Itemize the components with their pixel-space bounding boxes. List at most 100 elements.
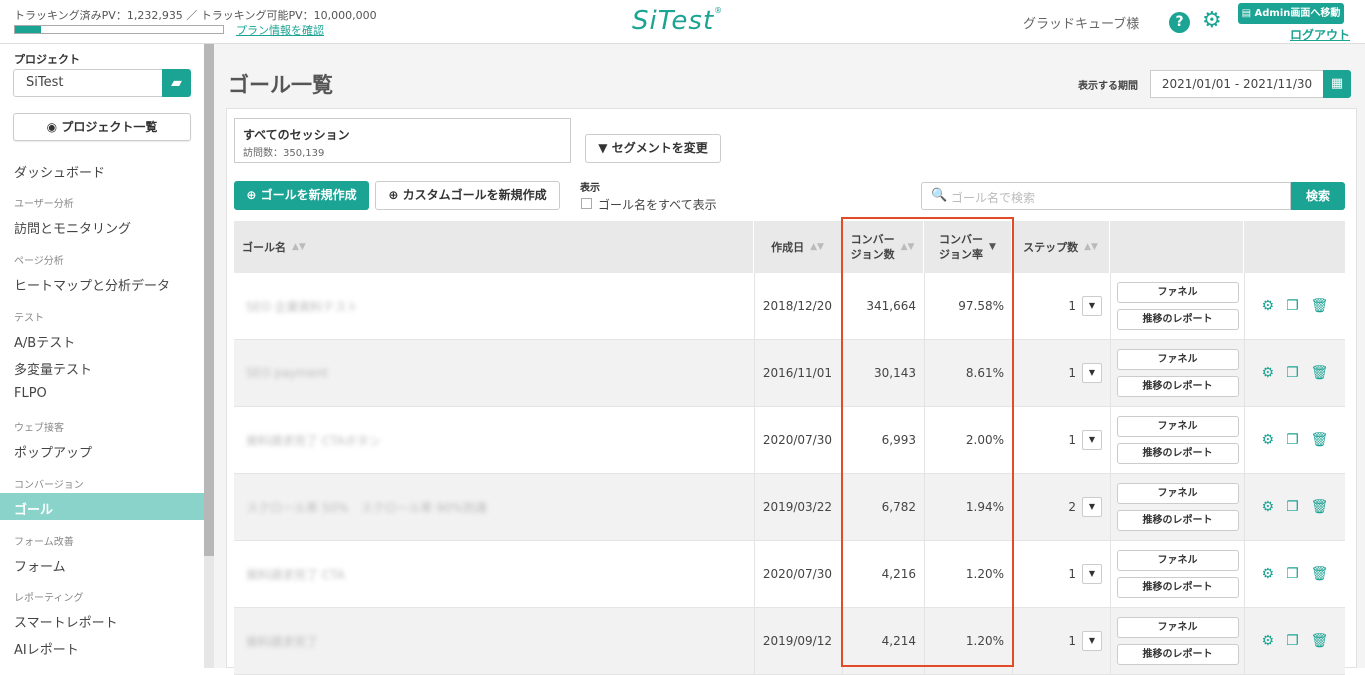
header-conversions[interactable]: コンバー ジョン数 ▲▼ <box>842 221 924 273</box>
step-count-cell: 1 ▼ <box>1012 273 1110 339</box>
page-title: ゴール一覧 <box>228 73 333 97</box>
funnel-button[interactable]: ファネル <box>1116 282 1239 303</box>
conversion-count: 4,214 <box>842 608 924 674</box>
copy-icon[interactable]: ❐ <box>1286 499 1299 515</box>
trash-icon[interactable]: 🗑 <box>1311 365 1329 381</box>
header-steps[interactable]: ステップ数 ▲▼ <box>1012 221 1110 273</box>
sitest-logo[interactable]: SiTest® <box>632 6 723 36</box>
copy-icon[interactable]: ❐ <box>1286 365 1299 381</box>
gear-icon[interactable]: ⚙ <box>1262 432 1275 448</box>
plus-circle-icon: ⊕ <box>388 188 403 202</box>
gear-icon[interactable]: ⚙ <box>1262 298 1275 314</box>
step-dropdown-chevron-icon[interactable]: ▼ <box>1082 296 1102 316</box>
funnel-button[interactable]: ファネル <box>1116 416 1239 437</box>
new-custom-goal-button[interactable]: ⊕ カスタムゴールを新規作成 <box>375 181 560 210</box>
step-dropdown-chevron-icon[interactable]: ▼ <box>1082 564 1102 584</box>
folder-icon[interactable]: ▰ <box>162 69 191 97</box>
goal-search-input[interactable]: 🔍 ゴール名で検索 <box>921 182 1291 210</box>
search-placeholder: ゴール名で検索 <box>951 191 1036 205</box>
table-row: SEO payment 2016/11/01 30,143 8.61% 1 ▼ ファネル 推移… <box>234 340 1345 407</box>
sidebar-item-flpo[interactable]: FLPO <box>14 386 47 401</box>
header-created[interactable]: 作成日 ▲▼ <box>754 221 842 273</box>
help-icon[interactable]: ? <box>1169 12 1190 33</box>
funnel-button[interactable]: ファネル <box>1116 550 1239 571</box>
funnel-button[interactable]: ファネル <box>1116 483 1239 504</box>
sidebar-item-multivariate[interactable]: 多変量テスト <box>14 359 92 378</box>
sidebar-scrollbar-thumb[interactable] <box>204 44 214 556</box>
gear-icon[interactable]: ⚙ <box>1262 499 1275 515</box>
sidebar-item-visit-monitoring[interactable]: 訪問とモニタリング <box>14 218 131 237</box>
created-date: 2016/11/01 <box>754 340 842 406</box>
goal-name[interactable]: 資料請求完了 CTA <box>234 541 754 607</box>
settings-gear-icon[interactable]: ⚙ <box>1202 10 1222 32</box>
project-list-button[interactable]: ◉ プロジェクト一覧 <box>13 113 191 141</box>
sidebar-item-goal[interactable]: ゴール <box>14 499 53 518</box>
admin-page-button[interactable]: ▤ Admin画面へ移動 <box>1238 3 1344 24</box>
new-goal-button[interactable]: ⊕ ゴールを新規作成 <box>234 181 369 210</box>
step-dropdown-chevron-icon[interactable]: ▼ <box>1082 631 1102 651</box>
goal-name[interactable]: スクロール率 50% スクロール率 90%到達 <box>234 474 754 540</box>
sidebar-item-ab-test[interactable]: A/Bテスト <box>14 332 75 351</box>
sidebar-item-smart-report[interactable]: スマートレポート <box>14 612 118 631</box>
trash-icon[interactable]: 🗑 <box>1311 298 1329 314</box>
goal-name[interactable]: SEO payment <box>234 340 754 406</box>
sidebar-section-test: テスト <box>14 313 44 324</box>
goal-name[interactable]: 資料請求完了 <box>234 608 754 674</box>
step-dropdown-chevron-icon[interactable]: ▼ <box>1082 363 1102 383</box>
row-actions: ⚙ ❐ 🗑 <box>1244 340 1345 406</box>
change-segment-button[interactable]: ▼ セグメントを変更 <box>585 134 721 163</box>
goal-name[interactable]: SEO 企業資料テスト <box>234 273 754 339</box>
copy-icon[interactable]: ❐ <box>1286 566 1299 582</box>
sidebar-item-form[interactable]: フォーム <box>14 556 66 575</box>
header-goal-name[interactable]: ゴール名 ▲▼ <box>234 221 754 273</box>
funnel-button[interactable]: ファネル <box>1116 349 1239 370</box>
step-dropdown-chevron-icon[interactable]: ▼ <box>1082 497 1102 517</box>
pv-usage-fill <box>15 26 41 33</box>
funnel-button[interactable]: ファネル <box>1116 617 1239 638</box>
created-date: 2019/09/12 <box>754 608 842 674</box>
conversion-rate: 2.00% <box>924 407 1012 473</box>
sort-icon: ▲▼ <box>1084 241 1098 252</box>
header-conv-count-line2: ジョン数 <box>850 248 895 261</box>
sidebar-item-popup[interactable]: ポップアップ <box>14 442 92 461</box>
sidebar-item-dashboard[interactable]: ダッシュボード <box>14 162 105 181</box>
created-date: 2019/03/22 <box>754 474 842 540</box>
trash-icon[interactable]: 🗑 <box>1311 566 1329 582</box>
gear-icon[interactable]: ⚙ <box>1262 633 1275 649</box>
header-conv-rate-line1: コンバー <box>939 233 984 246</box>
goal-name[interactable]: 資料請求完了 CTAボタン <box>234 407 754 473</box>
step-dropdown-chevron-icon[interactable]: ▼ <box>1082 430 1102 450</box>
plan-info-link[interactable]: プラン情報を確認 <box>236 22 324 38</box>
conversion-count: 6,782 <box>842 474 924 540</box>
copy-icon[interactable]: ❐ <box>1286 432 1299 448</box>
gear-icon[interactable]: ⚙ <box>1262 365 1275 381</box>
sidebar-item-heatmap[interactable]: ヒートマップと分析データ <box>14 275 170 294</box>
search-button[interactable]: 検索 <box>1291 182 1345 210</box>
gear-icon[interactable]: ⚙ <box>1262 566 1275 582</box>
sidebar-item-ai-report[interactable]: AIレポート <box>14 639 79 658</box>
period-input[interactable]: 2021/01/01 - 2021/11/30 <box>1150 70 1324 98</box>
calendar-icon[interactable]: ▦ <box>1323 70 1351 98</box>
trend-report-button[interactable]: 推移のレポート <box>1116 510 1239 531</box>
conversion-rate: 1.20% <box>924 608 1012 674</box>
trash-icon[interactable]: 🗑 <box>1311 432 1329 448</box>
trend-report-button[interactable]: 推移のレポート <box>1116 443 1239 464</box>
logout-link[interactable]: ログアウト <box>1290 26 1350 43</box>
copy-icon[interactable]: ❐ <box>1286 298 1299 314</box>
trend-report-button[interactable]: 推移のレポート <box>1116 309 1239 330</box>
trash-icon[interactable]: 🗑 <box>1311 499 1329 515</box>
project-select[interactable]: SiTest <box>13 69 163 97</box>
copy-icon[interactable]: ❐ <box>1286 633 1299 649</box>
show-all-names-checkbox[interactable] <box>581 198 592 209</box>
trend-report-button[interactable]: 推移のレポート <box>1116 376 1239 397</box>
report-buttons: ファネル推移のレポート <box>1110 608 1244 674</box>
table-row: 資料請求完了 CTA 2020/07/30 4,216 1.20% 1 ▼ ファネル 推移のレ… <box>234 541 1345 608</box>
trend-report-button[interactable]: 推移のレポート <box>1116 644 1239 665</box>
filter-icon: ▼ <box>598 141 612 155</box>
trend-report-button[interactable]: 推移のレポート <box>1116 577 1239 598</box>
show-all-names-label[interactable]: ゴール名をすべて表示 <box>598 196 717 213</box>
header-conversion-rate[interactable]: コンバー ジョン率 ▼ <box>924 221 1012 273</box>
trash-icon[interactable]: 🗑 <box>1311 633 1329 649</box>
row-actions: ⚙ ❐ 🗑 <box>1244 608 1345 674</box>
conversion-count: 4,216 <box>842 541 924 607</box>
